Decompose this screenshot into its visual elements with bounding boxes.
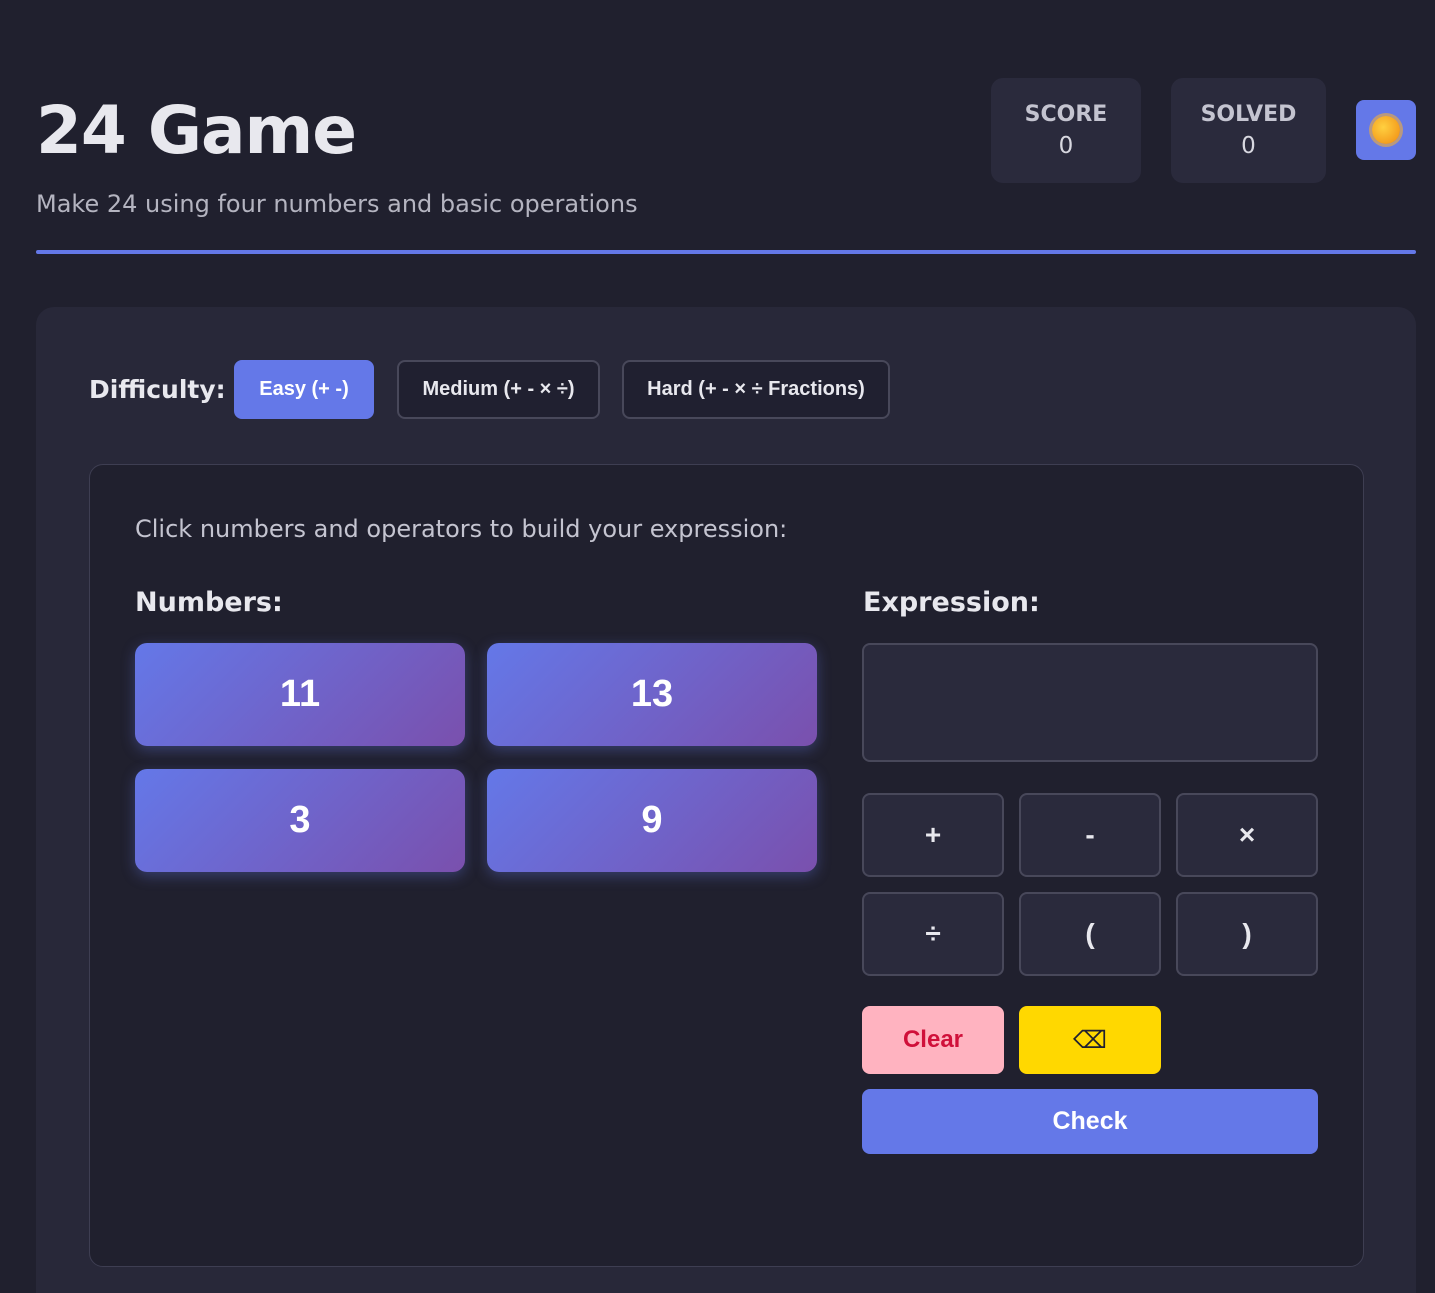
clear-button[interactable]: Clear: [862, 1006, 1004, 1074]
page-title: 24 Game: [36, 92, 357, 169]
open-paren-button[interactable]: (: [1019, 892, 1161, 976]
header-divider: [36, 250, 1416, 254]
difficulty-easy-button[interactable]: Easy (+ -): [234, 360, 374, 419]
minus-button[interactable]: -: [1019, 793, 1161, 877]
solved-card: SOLVED 0: [1171, 78, 1326, 183]
number-tile[interactable]: 11: [135, 643, 465, 746]
difficulty-label: Difficulty:: [89, 375, 226, 404]
header: 24 Game Make 24 using four numbers and b…: [36, 0, 1416, 255]
close-paren-button[interactable]: ): [1176, 892, 1318, 976]
number-tile[interactable]: 3: [135, 769, 465, 872]
solved-value: 0: [1241, 133, 1256, 159]
difficulty-medium-button[interactable]: Medium (+ - × ÷): [397, 360, 600, 419]
number-tile[interactable]: 9: [487, 769, 817, 872]
backspace-button[interactable]: ⌫: [1019, 1006, 1161, 1074]
expression-label: Expression:: [863, 587, 1040, 618]
numbers-label: Numbers:: [135, 587, 283, 618]
expression-display: [862, 643, 1318, 762]
multiply-button[interactable]: ×: [1176, 793, 1318, 877]
score-value: 0: [1058, 133, 1074, 159]
theme-toggle-button[interactable]: [1356, 100, 1416, 160]
number-tile[interactable]: 13: [487, 643, 817, 746]
backspace-icon: ⌫: [1073, 1026, 1107, 1054]
game-panel: Difficulty: Easy (+ -) Medium (+ - × ÷) …: [36, 307, 1416, 1293]
plus-button[interactable]: +: [862, 793, 1004, 877]
check-button[interactable]: Check: [862, 1089, 1318, 1154]
divide-button[interactable]: ÷: [862, 892, 1004, 976]
page-subtitle: Make 24 using four numbers and basic ope…: [36, 190, 638, 218]
score-label: SCORE: [1024, 102, 1108, 127]
score-card: SCORE 0: [991, 78, 1141, 183]
solved-label: SOLVED: [1200, 102, 1297, 127]
difficulty-hard-button[interactable]: Hard (+ - × ÷ Fractions): [622, 360, 890, 419]
game-board: Click numbers and operators to build you…: [89, 464, 1364, 1267]
instructions: Click numbers and operators to build you…: [135, 515, 788, 543]
sun-icon: [1372, 116, 1400, 144]
